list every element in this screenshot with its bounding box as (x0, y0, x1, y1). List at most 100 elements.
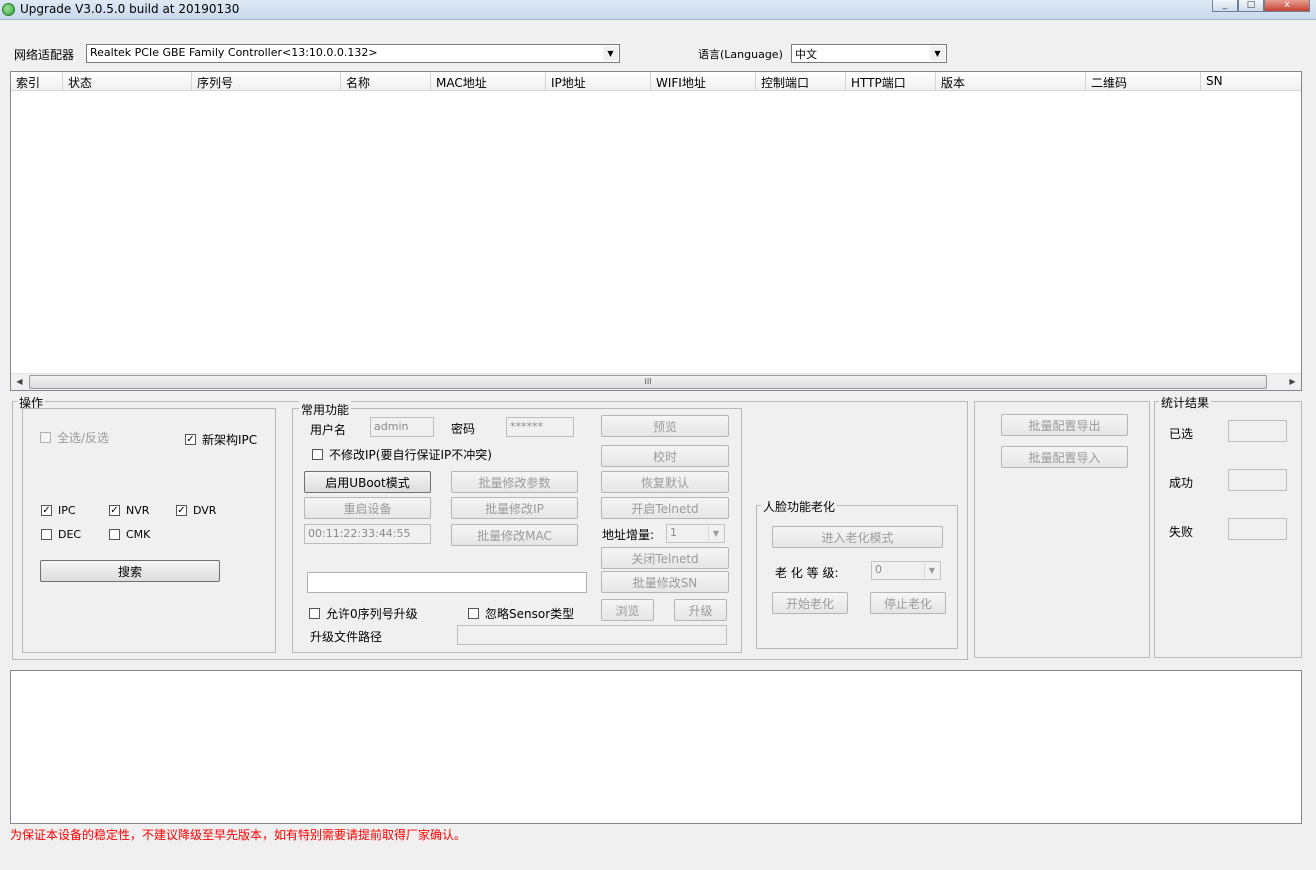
dvr-checkbox[interactable]: ✓ DVR (176, 504, 216, 517)
language-value: 中文 (795, 48, 817, 61)
checkbox-label: IPC (58, 504, 76, 517)
window-title: Upgrade V3.0.5.0 build at 20190130 (20, 2, 240, 16)
addr-increment-select[interactable]: 1 ▼ (666, 524, 725, 543)
addr-increment-label: 地址增量: (602, 528, 655, 542)
batch-params-button[interactable]: 批量修改参数 (451, 471, 578, 493)
scroll-right-icon[interactable]: ▶ (1284, 374, 1301, 390)
scroll-thumb[interactable]: III (29, 375, 1267, 389)
column-header[interactable]: 索引 (11, 72, 63, 91)
minimize-button[interactable]: _ (1212, 0, 1238, 12)
nvr-checkbox[interactable]: ✓ NVR (109, 504, 149, 517)
progress-field (307, 572, 587, 593)
enter-aging-button[interactable]: 进入老化模式 (772, 526, 943, 548)
warning-text: 为保证本设备的稳定性，不建议降级至早先版本，如有特别需要请提前取得厂家确认。 (10, 828, 467, 842)
password-field[interactable]: ****** (506, 417, 574, 437)
adapter-label: 网络适配器 (14, 48, 75, 62)
search-button[interactable]: 搜索 (40, 560, 220, 582)
selected-count-field (1228, 420, 1287, 442)
new-arch-ipc-checkbox[interactable]: ✓ 新架构IPC (185, 431, 257, 448)
username-field[interactable]: admin (370, 417, 434, 437)
addr-increment-value: 1 (670, 526, 677, 539)
column-header[interactable]: 名称 (341, 72, 431, 91)
fail-count-field (1228, 518, 1287, 540)
restart-device-button[interactable]: 重启设备 (304, 497, 431, 519)
column-header[interactable]: 序列号 (192, 72, 341, 91)
dec-checkbox[interactable]: DEC (41, 528, 81, 541)
table-header: 索引 状态 序列号 名称 MAC地址 IP地址 WIFI地址 控制端口 HTTP… (11, 72, 1301, 91)
batch-config-import-button[interactable]: 批量配置导入 (1001, 446, 1128, 468)
mac-field[interactable]: 00:11:22:33:44:55 (304, 524, 431, 544)
column-header[interactable]: 状态 (63, 72, 192, 91)
start-aging-button[interactable]: 开始老化 (772, 592, 848, 614)
check-icon: ✓ (185, 433, 196, 445)
ipc-checkbox[interactable]: ✓ IPC (41, 504, 76, 517)
cmk-checkbox[interactable]: CMK (109, 528, 150, 541)
file-path-field[interactable] (457, 625, 727, 645)
preview-button[interactable]: 预览 (601, 415, 729, 437)
adapter-value: Realtek PCIe GBE Family Controller<13:10… (90, 46, 378, 59)
title-bar: Upgrade V3.0.5.0 build at 20190130 _ □ x (0, 0, 1316, 20)
chevron-down-icon: ▼ (708, 526, 723, 541)
ignore-sensor-checkbox[interactable]: 忽略Sensor类型 (468, 605, 574, 622)
column-header[interactable]: HTTP端口 (846, 72, 936, 91)
checkbox-label: 新架构IPC (202, 433, 258, 447)
checkbox-box (309, 608, 320, 619)
sync-time-button[interactable]: 校时 (601, 445, 729, 467)
close-button[interactable]: x (1264, 0, 1310, 12)
column-header[interactable]: 控制端口 (756, 72, 846, 91)
column-header[interactable]: IP地址 (546, 72, 651, 91)
checkbox-box (468, 608, 479, 619)
checkbox-label: 允许0序列号升级 (326, 607, 418, 621)
browse-button[interactable]: 浏览 (601, 599, 654, 621)
batch-config-group (974, 401, 1150, 658)
maximize-button[interactable]: □ (1238, 0, 1264, 12)
checkbox-box (312, 449, 323, 460)
telnet-off-button[interactable]: 关闭Telnetd (601, 547, 729, 569)
chevron-down-icon: ▼ (930, 46, 945, 61)
app-icon (2, 3, 15, 16)
upgrade-button[interactable]: 升级 (674, 599, 727, 621)
language-select[interactable]: 中文 ▼ (791, 44, 947, 63)
chevron-down-icon: ▼ (924, 563, 939, 578)
stop-aging-button[interactable]: 停止老化 (870, 592, 946, 614)
uboot-mode-button[interactable]: 启用UBoot模式 (304, 471, 431, 493)
adapter-select[interactable]: Realtek PCIe GBE Family Controller<13:10… (86, 44, 620, 63)
check-icon: ✓ (41, 504, 52, 516)
language-label: 语言(Language) (698, 48, 783, 61)
column-header[interactable]: WIFI地址 (651, 72, 756, 91)
success-count-field (1228, 469, 1287, 491)
checkbox-label: DEC (58, 528, 82, 541)
common-functions-title: 常用功能 (299, 401, 352, 418)
checkbox-box (109, 529, 120, 540)
username-label: 用户名 (310, 423, 347, 437)
column-header[interactable]: 版本 (936, 72, 1086, 91)
horizontal-scrollbar[interactable]: ◀ III ▶ (11, 373, 1301, 390)
selected-label: 已选 (1169, 427, 1194, 441)
column-header[interactable]: MAC地址 (431, 72, 546, 91)
device-table[interactable]: 索引 状态 序列号 名称 MAC地址 IP地址 WIFI地址 控制端口 HTTP… (10, 71, 1302, 391)
column-header[interactable]: SN (1201, 72, 1301, 91)
statistics-title: 统计结果 (1159, 394, 1212, 411)
aging-level-value: 0 (875, 563, 882, 576)
check-icon: ✓ (176, 504, 187, 516)
aging-level-select[interactable]: 0 ▼ (871, 561, 941, 580)
allow-zero-sn-checkbox[interactable]: 允许0序列号升级 (309, 605, 418, 622)
checkbox-label: 不修改IP(要自行保证IP不冲突) (329, 448, 492, 462)
checkbox-label: DVR (193, 504, 217, 517)
checkbox-box (41, 529, 52, 540)
batch-sn-button[interactable]: 批量修改SN (601, 571, 729, 593)
success-label: 成功 (1169, 476, 1194, 490)
column-header[interactable]: 二维码 (1086, 72, 1201, 91)
check-icon: ✓ (109, 504, 120, 516)
log-output[interactable] (10, 670, 1302, 824)
batch-ip-button[interactable]: 批量修改IP (451, 497, 578, 519)
no-modify-ip-checkbox[interactable]: 不修改IP(要自行保证IP不冲突) (312, 446, 492, 463)
telnet-on-button[interactable]: 开启Telnetd (601, 497, 729, 519)
checkbox-label: 全选/反选 (57, 431, 110, 445)
checkbox-box (40, 432, 51, 443)
restore-default-button[interactable]: 恢复默认 (601, 471, 729, 493)
batch-mac-button[interactable]: 批量修改MAC (451, 524, 578, 546)
select-all-checkbox[interactable]: 全选/反选 (40, 429, 109, 446)
scroll-left-icon[interactable]: ◀ (11, 374, 28, 390)
batch-config-export-button[interactable]: 批量配置导出 (1001, 414, 1128, 436)
